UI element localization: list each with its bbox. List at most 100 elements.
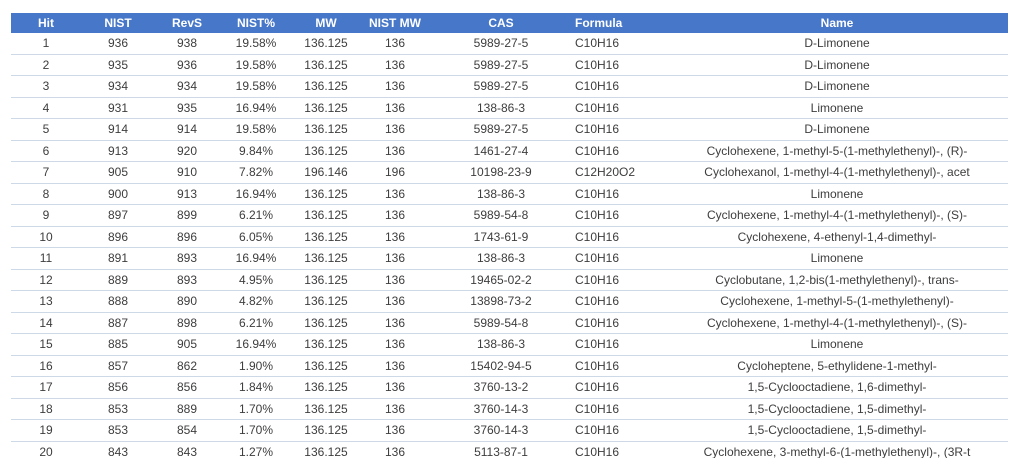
cell-nistmw: 136 — [359, 226, 431, 248]
column-header-name[interactable]: Name — [666, 13, 1008, 33]
table-row[interactable]: 890091316.94%136.125136138-86-3C10H16Lim… — [11, 183, 1008, 205]
cell-revs: 935 — [155, 97, 219, 119]
cell-hit: 12 — [11, 269, 81, 291]
cell-hit: 16 — [11, 355, 81, 377]
cell-cas: 3760-14-3 — [431, 398, 571, 420]
cell-nistmw: 136 — [359, 76, 431, 98]
cell-formula: C10H16 — [571, 33, 666, 54]
cell-nist: 896 — [81, 226, 155, 248]
cell-nistmw: 136 — [359, 54, 431, 76]
column-header-nist[interactable]: NIST — [81, 13, 155, 33]
column-header-hit[interactable]: Hit — [11, 13, 81, 33]
table-row[interactable]: 69139209.84%136.1251361461-27-4C10H16Cyc… — [11, 140, 1008, 162]
cell-mw: 136.125 — [293, 54, 359, 76]
cell-revs: 920 — [155, 140, 219, 162]
cell-nistmw: 136 — [359, 291, 431, 313]
cell-nistmw: 136 — [359, 248, 431, 270]
column-header-revs[interactable]: RevS — [155, 13, 219, 33]
cell-cas: 5113-87-1 — [431, 441, 571, 458]
table-row[interactable]: 591491419.58%136.1251365989-27-5C10H16D-… — [11, 119, 1008, 141]
cell-formula: C10H16 — [571, 291, 666, 313]
cell-mw: 136.125 — [293, 355, 359, 377]
cell-nistpct: 1.90% — [219, 355, 293, 377]
cell-nistmw: 136 — [359, 97, 431, 119]
cell-cas: 5989-54-8 — [431, 205, 571, 227]
cell-nistpct: 4.95% — [219, 269, 293, 291]
cell-revs: 843 — [155, 441, 219, 458]
table-row[interactable]: 168578621.90%136.12513615402-94-5C10H16C… — [11, 355, 1008, 377]
cell-hit: 15 — [11, 334, 81, 356]
cell-cas: 138-86-3 — [431, 183, 571, 205]
table-row[interactable]: 148878986.21%136.1251365989-54-8C10H16Cy… — [11, 312, 1008, 334]
cell-formula: C10H16 — [571, 334, 666, 356]
cell-name: D-Limonene — [666, 33, 1008, 54]
table-row[interactable]: 79059107.82%196.14619610198-23-9C12H20O2… — [11, 162, 1008, 184]
table-row[interactable]: 293593619.58%136.1251365989-27-5C10H16D-… — [11, 54, 1008, 76]
table-row[interactable]: 208438431.27%136.1251365113-87-1C10H16Cy… — [11, 441, 1008, 458]
table-row[interactable]: 138888904.82%136.12513613898-73-2C10H16C… — [11, 291, 1008, 313]
table-row[interactable]: 98978996.21%136.1251365989-54-8C10H16Cyc… — [11, 205, 1008, 227]
cell-mw: 136.125 — [293, 334, 359, 356]
cell-nistpct: 1.84% — [219, 377, 293, 399]
cell-cas: 5989-27-5 — [431, 33, 571, 54]
cell-nist: 856 — [81, 377, 155, 399]
table-row[interactable]: 128898934.95%136.12513619465-02-2C10H16C… — [11, 269, 1008, 291]
cell-nistpct: 16.94% — [219, 183, 293, 205]
cell-nistmw: 136 — [359, 377, 431, 399]
cell-formula: C10H16 — [571, 441, 666, 458]
column-header-nistpct[interactable]: NIST% — [219, 13, 293, 33]
cell-mw: 136.125 — [293, 269, 359, 291]
cell-nist: 934 — [81, 76, 155, 98]
cell-nistmw: 196 — [359, 162, 431, 184]
cell-formula: C10H16 — [571, 377, 666, 399]
table-row[interactable]: 178568561.84%136.1251363760-13-2C10H161,… — [11, 377, 1008, 399]
cell-cas: 15402-94-5 — [431, 355, 571, 377]
column-header-formula[interactable]: Formula — [571, 13, 666, 33]
column-header-nistmw[interactable]: NIST MW — [359, 13, 431, 33]
column-header-cas[interactable]: CAS — [431, 13, 571, 33]
table-row[interactable]: 1588590516.94%136.125136138-86-3C10H16Li… — [11, 334, 1008, 356]
cell-nistmw: 136 — [359, 269, 431, 291]
hit-list-table: HitNISTRevSNIST%MWNIST MWCASFormulaName … — [11, 13, 1008, 458]
cell-nist: 888 — [81, 291, 155, 313]
table-row[interactable]: 493193516.94%136.125136138-86-3C10H16Lim… — [11, 97, 1008, 119]
cell-name: Cyclohexene, 1-methyl-5-(1-methylethenyl… — [666, 140, 1008, 162]
cell-nistpct: 1.27% — [219, 441, 293, 458]
cell-name: D-Limonene — [666, 119, 1008, 141]
cell-formula: C10H16 — [571, 355, 666, 377]
cell-mw: 136.125 — [293, 119, 359, 141]
table-row[interactable]: 193693819.58%136.1251365989-27-5C10H16D-… — [11, 33, 1008, 54]
cell-nistmw: 136 — [359, 119, 431, 141]
cell-nist: 900 — [81, 183, 155, 205]
cell-nist: 914 — [81, 119, 155, 141]
cell-name: Limonene — [666, 183, 1008, 205]
cell-formula: C10H16 — [571, 97, 666, 119]
table-row[interactable]: 1189189316.94%136.125136138-86-3C10H16Li… — [11, 248, 1008, 270]
cell-formula: C10H16 — [571, 398, 666, 420]
cell-nistpct: 1.70% — [219, 398, 293, 420]
cell-cas: 10198-23-9 — [431, 162, 571, 184]
cell-cas: 138-86-3 — [431, 97, 571, 119]
cell-mw: 136.125 — [293, 312, 359, 334]
cell-cas: 5989-54-8 — [431, 312, 571, 334]
cell-hit: 6 — [11, 140, 81, 162]
table-row[interactable]: 393493419.58%136.1251365989-27-5C10H16D-… — [11, 76, 1008, 98]
cell-hit: 5 — [11, 119, 81, 141]
cell-nist: 857 — [81, 355, 155, 377]
table-row[interactable]: 188538891.70%136.1251363760-14-3C10H161,… — [11, 398, 1008, 420]
table-row[interactable]: 198538541.70%136.1251363760-14-3C10H161,… — [11, 420, 1008, 442]
cell-nistmw: 136 — [359, 334, 431, 356]
table-row[interactable]: 108968966.05%136.1251361743-61-9C10H16Cy… — [11, 226, 1008, 248]
cell-hit: 3 — [11, 76, 81, 98]
cell-mw: 136.125 — [293, 183, 359, 205]
cell-name: Cyclohexene, 3-methyl-6-(1-methylethenyl… — [666, 441, 1008, 458]
cell-mw: 136.125 — [293, 205, 359, 227]
cell-formula: C10H16 — [571, 248, 666, 270]
column-header-mw[interactable]: MW — [293, 13, 359, 33]
table-body: 193693819.58%136.1251365989-27-5C10H16D-… — [11, 33, 1008, 458]
cell-formula: C10H16 — [571, 119, 666, 141]
cell-nistmw: 136 — [359, 33, 431, 54]
cell-revs: 938 — [155, 33, 219, 54]
cell-nistmw: 136 — [359, 140, 431, 162]
cell-hit: 1 — [11, 33, 81, 54]
